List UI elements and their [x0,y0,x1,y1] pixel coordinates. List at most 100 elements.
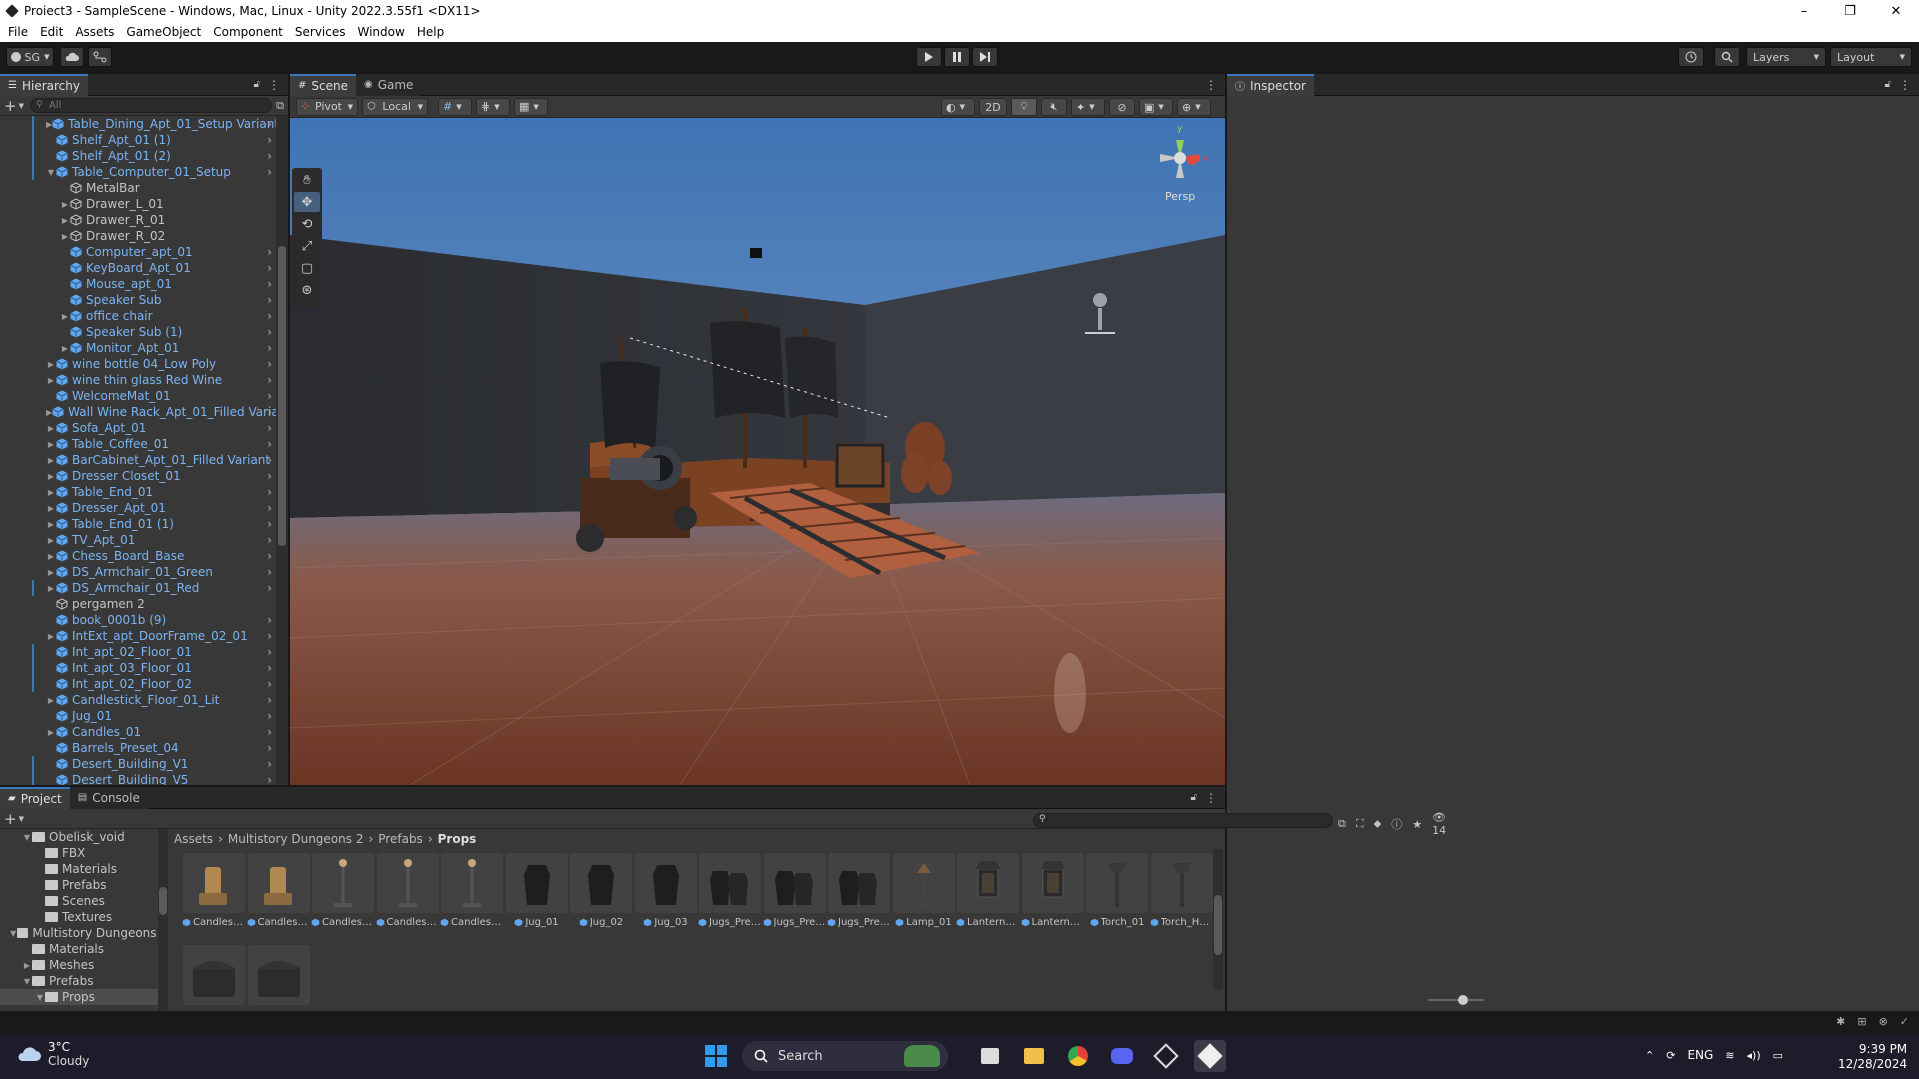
grid-visibility-button[interactable]: ⋕ ▼ [476,97,510,116]
hierarchy-item[interactable]: ▶ Table_End_01 › [0,484,276,500]
folder-tree-item[interactable]: Textures [0,909,168,925]
cloud-button[interactable] [60,47,84,67]
open-prefab-arrow-icon[interactable]: › [267,165,272,179]
open-prefab-arrow-icon[interactable]: › [267,693,272,707]
collapse-triangle-icon[interactable]: ▶ [46,568,56,577]
unity-hub-button[interactable] [1150,1040,1182,1072]
open-prefab-arrow-icon[interactable]: › [267,245,272,259]
open-prefab-arrow-icon[interactable]: › [267,645,272,659]
increment-snap-button[interactable]: ▦ ▼ [514,97,548,116]
hierarchy-item[interactable]: Speaker Sub (1) › [0,324,276,340]
open-prefab-arrow-icon[interactable]: › [267,757,272,771]
lock-icon[interactable]: 🔓︎ [1885,79,1891,90]
sync-icon[interactable]: ⟳ [1666,1049,1675,1062]
transform-tool-button[interactable]: ⊛ [294,280,320,300]
asset-tile[interactable]: Jugs_Prese... [698,853,762,939]
hierarchy-item[interactable]: Desert_Building_V1 › [0,756,276,772]
open-prefab-arrow-icon[interactable]: › [267,709,272,723]
gizmos-dropdown[interactable]: ⊕ ▼ [1177,98,1211,116]
hierarchy-item[interactable]: ▶ Table_Dining_Apt_01_Setup Variant › [0,116,276,132]
hierarchy-item[interactable]: ▶ Candlestick_Floor_01_Lit › [0,692,276,708]
hidden-objects-toggle[interactable]: ⊘ [1109,98,1135,116]
hierarchy-item[interactable]: ▶ Table_End_01 (1) › [0,516,276,532]
close-button[interactable]: ✕ [1873,0,1919,22]
hierarchy-item[interactable]: Int_apt_02_Floor_02 › [0,676,276,692]
hierarchy-item[interactable]: ▶ BarCabinet_Apt_01_Filled Variant › [0,452,276,468]
hierarchy-item[interactable]: Int_apt_03_Floor_01 › [0,660,276,676]
hierarchy-item[interactable]: Jug_01 › [0,708,276,724]
hierarchy-item[interactable]: ▶ office chair › [0,308,276,324]
task-view-button[interactable] [974,1040,1006,1072]
hierarchy-item[interactable]: ▶ Monitor_Apt_01 › [0,340,276,356]
folder-tree-item[interactable]: Materials [0,861,168,877]
add-icon[interactable]: + [4,810,17,828]
shading-mode-dropdown[interactable]: ◐ ▼ [941,98,975,116]
hierarchy-item[interactable]: ▶ Drawer_R_01 [0,212,276,228]
star-icon[interactable]: ★ [1412,818,1422,831]
tab-inspector[interactable]: ⓘ Inspector [1227,73,1314,96]
audio-toggle[interactable]: 🔇︎ [1041,98,1067,116]
open-prefab-arrow-icon[interactable]: › [267,117,272,131]
open-prefab-arrow-icon[interactable]: › [267,773,272,785]
grid-snap-button[interactable]: # ▼ [438,97,472,116]
cache-icon[interactable]: ⊞ [1857,1015,1866,1028]
folder-tree-item[interactable]: ▼ Obelisk_void [0,829,168,845]
asset-tile[interactable]: Candles_05 [247,853,311,939]
asset-tile[interactable]: Candlestic... [440,853,504,939]
collapse-triangle-icon[interactable]: ▶ [46,728,56,737]
taskbar-search[interactable]: Search [742,1041,948,1071]
asset-tile[interactable]: Jug_01 [505,853,569,939]
menu-window[interactable]: Window [352,25,411,39]
kebab-menu-icon[interactable]: ⋮ [1205,791,1217,805]
asset-tile[interactable]: Lantern_H... [1021,853,1085,939]
asset-tile[interactable]: Jugs_Prese... [763,853,827,939]
hierarchy-item[interactable]: ▶ DS_Armchair_01_Red › [0,580,276,596]
open-prefab-arrow-icon[interactable]: › [267,581,272,595]
scale-tool-button[interactable]: ⤢ [294,236,320,256]
collapse-triangle-icon[interactable]: ▶ [46,376,56,385]
menu-help[interactable]: Help [411,25,450,39]
asset-tile[interactable]: Candlestic... [376,853,440,939]
toggle-2d-button[interactable]: 2D [979,98,1007,116]
hierarchy-item[interactable]: Int_apt_02_Floor_01 › [0,644,276,660]
open-prefab-arrow-icon[interactable]: › [267,565,272,579]
asset-tile[interactable]: Lamp_01 [892,853,956,939]
menu-assets[interactable]: Assets [69,25,120,39]
hierarchy-item[interactable]: ▶ TV_Apt_01 › [0,532,276,548]
breadcrumb-item[interactable]: Prefabs [378,832,423,846]
tab-hierarchy[interactable]: ☰ Hierarchy [0,73,88,96]
collapse-triangle-icon[interactable]: ▶ [46,696,56,705]
filter-icon[interactable]: ⛶ [1356,817,1364,831]
hierarchy-item[interactable]: MetalBar [0,180,276,196]
open-prefab-arrow-icon[interactable]: › [267,149,272,163]
undo-history-button[interactable] [1678,47,1704,67]
collapse-triangle-icon[interactable]: ▶ [46,440,56,449]
folder-tree-item[interactable]: FBX [0,845,168,861]
breadcrumb-item[interactable]: Props [438,832,477,846]
lock-icon[interactable]: 🔓︎ [1191,792,1197,803]
open-prefab-arrow-icon[interactable]: › [267,405,272,419]
asset-tile[interactable]: Torch_Han... [1150,853,1214,939]
progress-icon[interactable]: ⊗ [1879,1015,1888,1028]
collapse-triangle-icon[interactable]: ▶ [46,488,56,497]
folder-tree-item[interactable]: ▼ Multistory Dungeons 2 [0,925,168,941]
tab-scene[interactable]: # Scene [290,73,356,96]
expand-triangle-icon[interactable]: ▼ [35,993,45,1002]
tab-game[interactable]: ◉ Game [355,73,422,96]
open-prefab-arrow-icon[interactable]: › [267,485,272,499]
maximize-button[interactable]: ❐ [1827,0,1873,22]
hierarchy-item[interactable]: ▶ wine thin glass Red Wine › [0,372,276,388]
hierarchy-item[interactable]: ▶ DS_Armchair_01_Green › [0,564,276,580]
clock[interactable]: 9:39 PM 12/28/2024 [1838,1042,1907,1072]
hierarchy-item[interactable]: Desert_Building_V5 › [0,772,276,785]
asset-tile[interactable]: Lantern_01 [956,853,1020,939]
hierarchy-item[interactable]: ▶ Wall Wine Rack_Apt_01_Filled Variant › [0,404,276,420]
asset-tile[interactable]: Jug_02 [569,853,633,939]
account-dropdown[interactable]: SG ▼ [6,47,54,67]
search-by-type-icon[interactable]: ⧉ [1338,817,1346,831]
hierarchy-item[interactable]: Shelf_Apt_01 (2) › [0,148,276,164]
search-button[interactable] [1714,47,1740,67]
open-prefab-arrow-icon[interactable]: › [267,741,272,755]
collab-button[interactable] [88,47,112,67]
rect-tool-button[interactable]: ▢ [294,258,320,278]
